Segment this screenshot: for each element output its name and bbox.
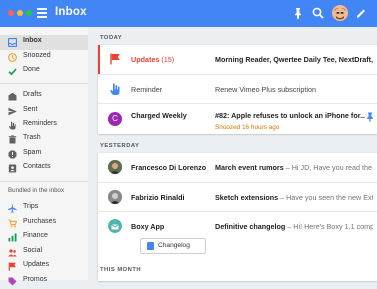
sender-name: Charged Weekly: [131, 111, 187, 120]
person-icon: [108, 160, 122, 174]
sidebar-item-label: Purchases: [23, 218, 57, 225]
sidebar-item-label: Spam: [23, 149, 42, 156]
section-label-this-month: THIS MONTH: [100, 267, 142, 273]
sidebar-item-snoozed[interactable]: Snoozed: [0, 50, 88, 65]
sidebar-item-label: Finance: [23, 232, 48, 239]
sidebar-divider: [0, 83, 88, 84]
sidebar-item-finance[interactable]: Finance: [0, 230, 88, 245]
sender-name: Reminder: [131, 85, 163, 94]
list-item[interactable]: Fabrizio Rinaldi Sketch extensions – Hav…: [98, 182, 377, 212]
social-icon: [8, 249, 17, 257]
account-avatar[interactable]: [332, 5, 348, 21]
sidebar-section-heading: Bundled in the inbox: [8, 187, 65, 194]
main-content: TODAY Updates (15) Morning Reader, Qwert…: [88, 27, 377, 281]
finance-icon: [8, 233, 17, 242]
sidebar-item-trash[interactable]: Trash: [0, 132, 88, 147]
sidebar-item-label: Inbox: [23, 37, 42, 44]
sidebar-item-label: Trash: [23, 134, 41, 141]
sidebar-item-label: Done: [23, 66, 40, 73]
sidebar-item-drafts[interactable]: Drafts: [0, 89, 88, 104]
cart-icon: [8, 219, 17, 228]
app-title: Inbox: [55, 6, 87, 18]
sidebar-divider: [0, 181, 88, 182]
bundle-card-today: Updates (15) Morning Reader, Qwertee Dai…: [98, 45, 377, 134]
section-label-today: TODAY: [100, 35, 123, 41]
flag-icon: [8, 262, 16, 271]
sender-name: Boxy App: [131, 222, 165, 231]
list-item[interactable]: Francesco Di Lorenzo March event rumors …: [98, 153, 377, 182]
sidebar-item-purchases[interactable]: Purchases: [0, 216, 88, 231]
person-icon: [108, 190, 122, 204]
attachment-chip[interactable]: Changelog: [140, 238, 206, 254]
avatar: [108, 160, 122, 174]
sidebar-item-spam[interactable]: Spam: [0, 147, 88, 162]
pin-icon[interactable]: [366, 112, 374, 122]
sender-name: Fabrizio Rinaldi: [131, 193, 185, 202]
sidebar-item-reminders[interactable]: Reminders: [0, 118, 88, 133]
sidebar-item-promos[interactable]: Promos: [0, 274, 88, 289]
updates-accent-bar: [98, 45, 100, 74]
sidebar-item-social[interactable]: Social: [0, 245, 88, 260]
title-bar: Inbox: [0, 0, 377, 27]
sidebar-item-label: Social: [23, 247, 43, 254]
sidebar-item-contacts[interactable]: Contacts: [0, 161, 88, 176]
sidebar-item-label: Drafts: [23, 91, 42, 98]
attachment-label: Changelog: [158, 242, 190, 249]
clock-icon: [8, 53, 17, 62]
unread-count: (15): [161, 55, 175, 64]
inbox-icon: [8, 38, 17, 47]
hand-icon: [110, 83, 120, 95]
list-item[interactable]: C Charged Weekly #82: Apple refuses to u…: [98, 103, 377, 135]
list-item[interactable]: Updates (15) Morning Reader, Qwertee Dai…: [98, 45, 377, 74]
sidebar-item-label: Snoozed: [23, 52, 51, 59]
avatar-face-icon: [332, 5, 348, 21]
section-label-yesterday: YESTERDAY: [100, 143, 140, 149]
plane-icon: [8, 204, 17, 213]
search-icon[interactable]: [311, 6, 325, 20]
document-icon: [147, 242, 154, 250]
message-subject: Sketch extensions – Have you seen the ne…: [215, 193, 373, 202]
spam-icon: [8, 150, 17, 159]
sidebar-item-done[interactable]: Done: [0, 64, 88, 79]
sidebar-item-label: Updates: [23, 261, 50, 268]
tag-icon: [8, 277, 17, 286]
snooze-status: Snoozed 16 hours ago: [215, 124, 280, 131]
updates-flag-icon: [110, 53, 120, 65]
boxy-icon: [108, 219, 122, 233]
message-subject: Renew Vimeo Plus subscription: [215, 85, 316, 94]
message-subject: Definitive changelog – Hi! Here's Boxy 1…: [215, 222, 373, 231]
sidebar-item-inbox[interactable]: Inbox: [0, 35, 88, 50]
sidebar-item-label: Reminders: [23, 120, 57, 127]
contacts-icon: [8, 164, 17, 173]
compose-icon[interactable]: [354, 6, 368, 20]
sidebar-item-label: Trips: [23, 203, 39, 210]
sidebar-item-updates[interactable]: Updates: [0, 259, 88, 274]
sidebar-item-label: Contacts: [23, 163, 51, 170]
letter-c-avatar: C: [108, 112, 122, 126]
bundle-card-yesterday: Francesco Di Lorenzo March event rumors …: [98, 153, 377, 281]
sidebar-item-sent[interactable]: Sent: [0, 104, 88, 119]
avatar: [108, 190, 122, 204]
message-subject: #82: Apple refuses to unlock an iPhone f…: [215, 111, 365, 120]
avatar-letter: C: [112, 114, 118, 123]
check-icon: [8, 68, 17, 76]
sidebar: Inbox Snoozed Done Drafts Sent Reminders…: [0, 27, 88, 286]
minimize-window-dot[interactable]: [17, 10, 23, 16]
list-item[interactable]: Reminder Renew Vimeo Plus subscription: [98, 74, 377, 104]
sidebar-item-trips[interactable]: Trips: [0, 201, 88, 216]
trash-icon: [8, 135, 17, 144]
hand-icon: [9, 121, 16, 130]
message-subject: Morning Reader, Qwertee Daily Tee, NextD…: [215, 55, 373, 64]
sidebar-item-label: Sent: [23, 106, 38, 113]
drafts-icon: [8, 92, 17, 101]
close-window-dot[interactable]: [8, 10, 14, 16]
sender-name: Francesco Di Lorenzo: [131, 163, 207, 172]
maximize-window-dot[interactable]: [26, 10, 32, 16]
sender-name: Updates (15): [131, 55, 175, 64]
menu-icon[interactable]: [37, 8, 47, 18]
pin-icon[interactable]: [291, 6, 305, 20]
message-subject: March event rumors – Hi JD, Have you rea…: [215, 163, 373, 172]
send-icon: [8, 107, 17, 116]
